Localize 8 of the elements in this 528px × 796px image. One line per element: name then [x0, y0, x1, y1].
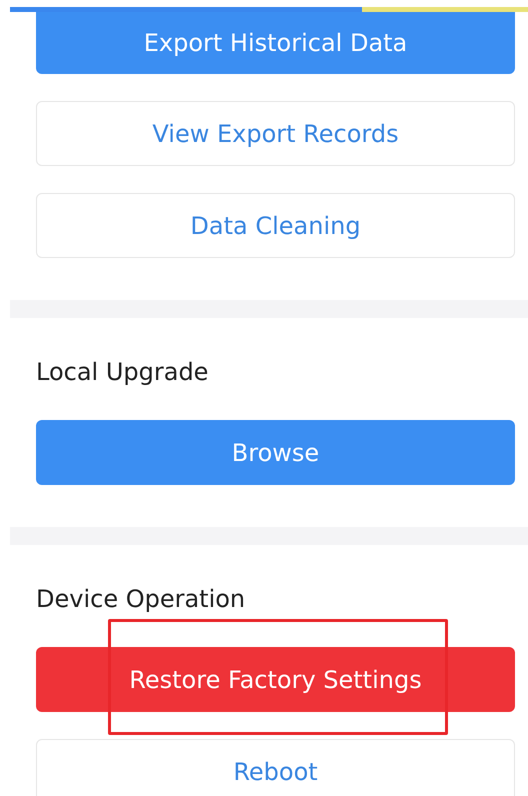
section-title: Device Operation — [36, 584, 246, 615]
action-button[interactable]: Browse — [36, 420, 515, 485]
section-title: Local Upgrade — [36, 357, 210, 388]
action-button[interactable]: Restore Factory Settings — [36, 647, 515, 712]
action-button[interactable]: Reboot — [36, 739, 515, 796]
action-button[interactable]: View Export Records — [36, 101, 515, 166]
action-button[interactable]: Data Cleaning — [36, 193, 515, 258]
action-button[interactable]: Export Historical Data — [36, 12, 515, 74]
